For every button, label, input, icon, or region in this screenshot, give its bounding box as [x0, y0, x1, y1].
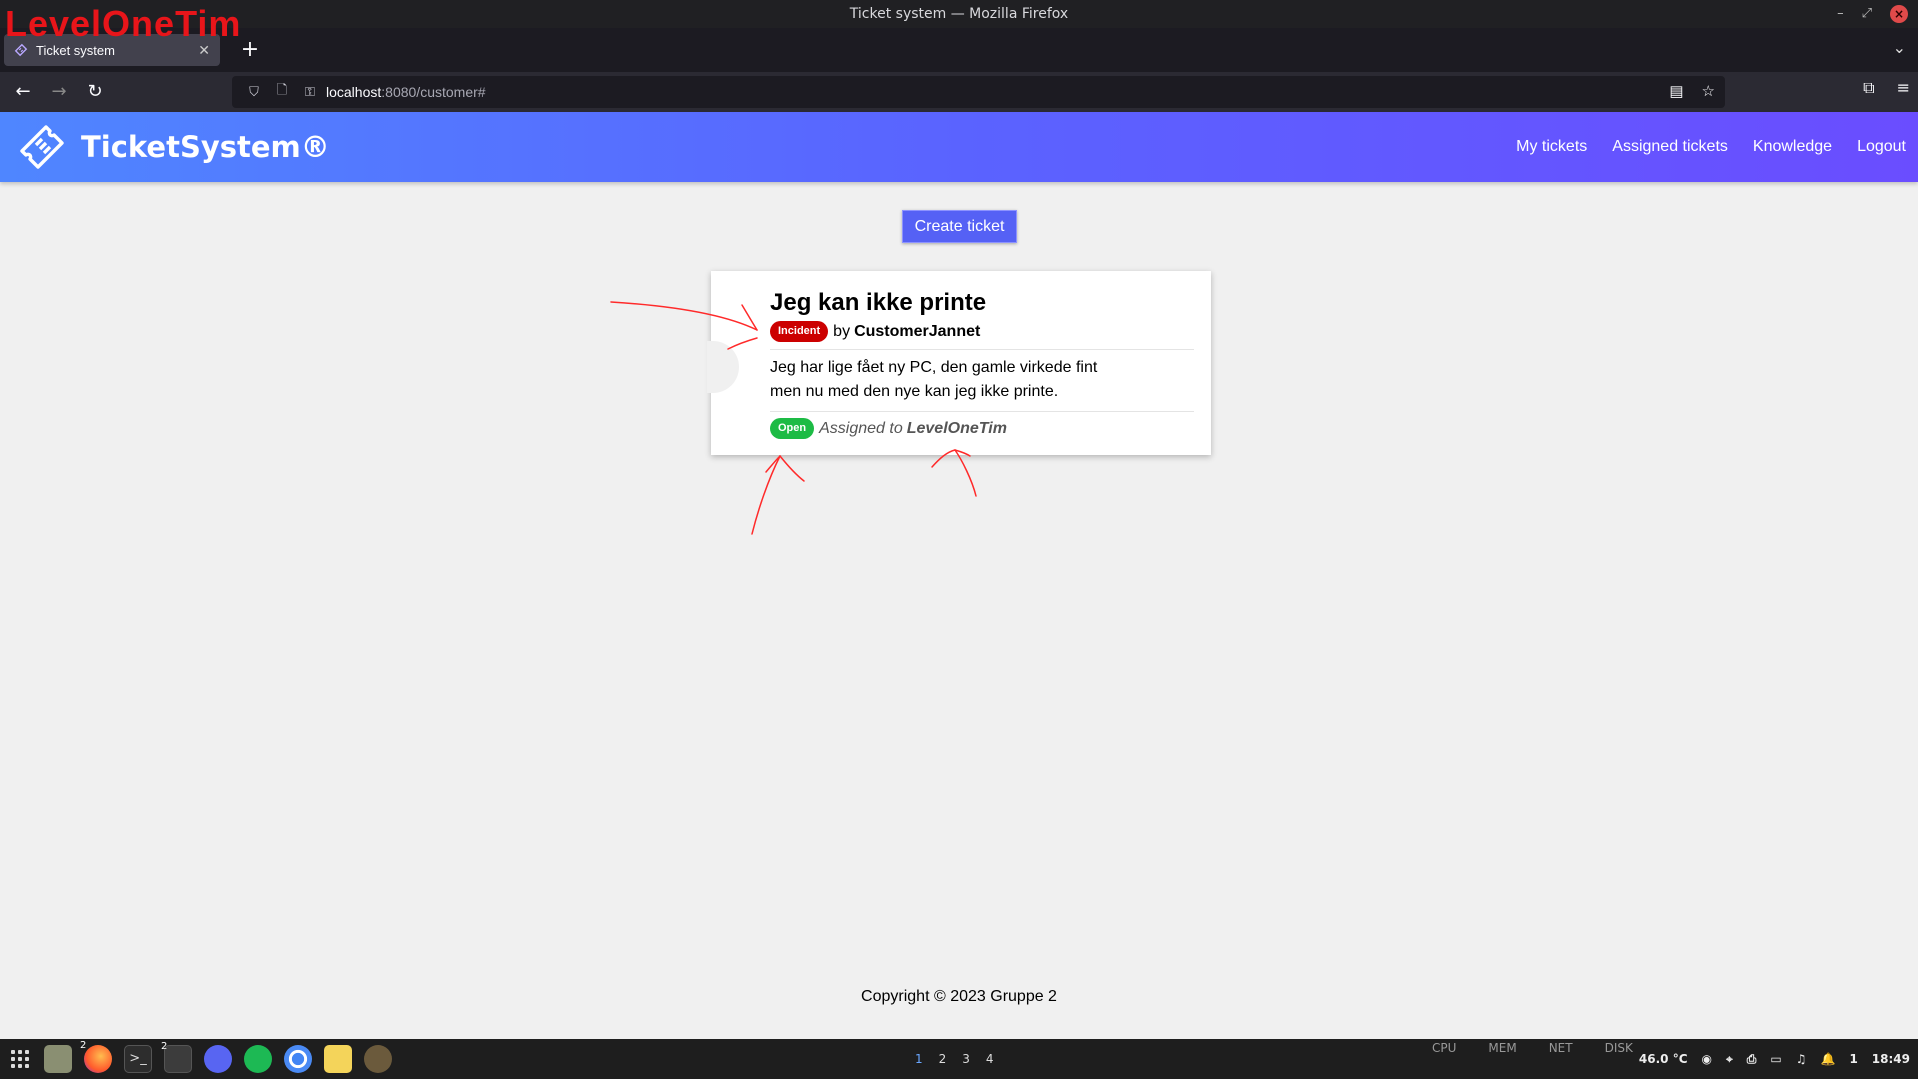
- tray-count: 1: [1849, 1052, 1858, 1066]
- tab-title: Ticket system: [36, 42, 115, 58]
- ticket-logo-icon[interactable]: [18, 124, 66, 170]
- chromium-app-icon[interactable]: [284, 1045, 312, 1073]
- ticket-status-badge: Open: [770, 418, 815, 439]
- music-icon[interactable]: ♫: [1796, 1052, 1807, 1066]
- spotify-app-icon[interactable]: [244, 1045, 272, 1073]
- arrow-to-assignee: [954, 449, 977, 497]
- maximize-icon[interactable]: ⤢: [1862, 0, 1872, 28]
- workspace-switcher: 1 2 3 4: [915, 1039, 994, 1079]
- gimp-app-icon[interactable]: [364, 1045, 392, 1073]
- workspace-4[interactable]: 4: [986, 1052, 994, 1066]
- create-ticket-button[interactable]: Create ticket: [902, 210, 1017, 243]
- minimize-icon[interactable]: –: [1837, 0, 1844, 28]
- arrow-to-open-badge: [751, 455, 781, 535]
- workspace-3[interactable]: 3: [962, 1052, 970, 1066]
- window-titlebar: Ticket system — Mozilla Firefox – ⤢ ×: [0, 0, 1918, 28]
- ticket-assignee: LevelOneTim: [906, 419, 1007, 437]
- notes-app-icon[interactable]: [324, 1045, 352, 1073]
- ticket-status-row: Open Assigned to LevelOneTim: [770, 418, 1194, 439]
- location-icon[interactable]: ⌖: [1726, 1052, 1733, 1067]
- taskbar-apps: 2 >_ 2: [8, 1040, 392, 1073]
- ticket-card[interactable]: Jeg kan ikke printe Incident by Customer…: [707, 271, 1211, 455]
- app-launcher-icon[interactable]: [8, 1047, 32, 1071]
- firefox-count: 2: [80, 1040, 87, 1051]
- workspace-2[interactable]: 2: [939, 1052, 947, 1066]
- url-actions: ▤ ☆: [1669, 82, 1715, 100]
- window-controls: – ⤢ ×: [1837, 0, 1908, 28]
- arrow-to-open-head-a: [765, 455, 781, 473]
- terminal-2-app-icon[interactable]: 2: [161, 1041, 192, 1073]
- key-icon[interactable]: ⚿: [298, 84, 322, 100]
- clock[interactable]: 18:49: [1872, 1052, 1910, 1066]
- workspace-1[interactable]: 1: [915, 1052, 923, 1066]
- assigned-label: Assigned to: [819, 419, 903, 437]
- nav-assigned-tickets[interactable]: Assigned tickets: [1612, 138, 1728, 156]
- divider: [770, 411, 1194, 412]
- extensions-icon[interactable]: ⧉: [1863, 78, 1874, 98]
- system-monitor: CPU MEM NET DISK: [1432, 1041, 1633, 1055]
- ticket-meta: Incident by CustomerJannet: [770, 321, 1194, 342]
- by-label: by: [833, 322, 851, 340]
- close-window-icon[interactable]: ×: [1890, 5, 1908, 23]
- ticket-title[interactable]: Jeg kan ikke printe: [770, 289, 1194, 317]
- hamburger-menu-icon[interactable]: ≡: [1897, 78, 1910, 98]
- bookmark-star-icon[interactable]: ☆: [1702, 82, 1715, 100]
- shield-icon[interactable]: ⛉: [242, 84, 266, 100]
- firefox-app-icon[interactable]: 2: [80, 1040, 112, 1073]
- url-host: localhost: [326, 84, 382, 100]
- tab-close-icon[interactable]: ✕: [198, 42, 210, 59]
- browser-tabbar: Ticket system ✕ + ⌄: [0, 28, 1918, 72]
- forward-icon[interactable]: →: [44, 78, 74, 106]
- watermark: LevelOneTim: [5, 3, 242, 44]
- ticket-type-badge: Incident: [770, 321, 829, 342]
- nav-knowledge[interactable]: Knowledge: [1753, 138, 1832, 156]
- reader-view-icon[interactable]: ▤: [1669, 82, 1683, 100]
- url-path: :8080/customer#: [381, 84, 486, 100]
- back-icon[interactable]: ←: [8, 78, 38, 106]
- reload-icon[interactable]: ↻: [80, 78, 110, 106]
- files-app-icon[interactable]: [44, 1045, 72, 1073]
- terminal-app-icon[interactable]: >_: [124, 1045, 152, 1073]
- net-label: NET: [1548, 1041, 1573, 1055]
- system-tray: 46.0 °C ◉ ⌖ ⎙ ▭ ♫ 🔔 1 18:49: [1639, 1039, 1910, 1079]
- ticket-favicon-icon: [14, 43, 28, 57]
- discord-tray-icon[interactable]: ◉: [1702, 1052, 1712, 1066]
- brand-title[interactable]: TicketSystem®: [81, 128, 330, 166]
- page-icon[interactable]: 🗋: [270, 81, 294, 103]
- toolbar-right: ⧉ ≡: [1863, 78, 1910, 98]
- ticket-author: CustomerJannet: [854, 322, 981, 340]
- url-bar[interactable]: ⛉ 🗋 ⚿ localhost:8080/customer# ▤ ☆: [232, 76, 1725, 108]
- arrow-to-open-head-b: [779, 455, 805, 482]
- window-title: Ticket system — Mozilla Firefox: [849, 6, 1069, 22]
- cpu-label: CPU: [1432, 1041, 1457, 1055]
- app-header: TicketSystem® My tickets Assigned ticket…: [0, 112, 1918, 182]
- discord-app-icon[interactable]: [204, 1045, 232, 1073]
- mem-label: MEM: [1488, 1041, 1517, 1055]
- page-footer: Copyright © 2023 Gruppe 2: [861, 988, 1057, 1005]
- ticket-card-body: Jeg kan ikke printe Incident by Customer…: [770, 289, 1194, 439]
- disk-label: DISK: [1604, 1041, 1633, 1055]
- printer-icon[interactable]: ⎙: [1747, 1052, 1757, 1067]
- nav-logout[interactable]: Logout: [1857, 138, 1906, 156]
- tab-list-chevron-icon[interactable]: ⌄: [1893, 38, 1906, 57]
- main-nav: My tickets Assigned tickets Knowledge Lo…: [1516, 112, 1906, 182]
- notifications-icon[interactable]: 🔔: [1820, 1052, 1835, 1066]
- display-icon[interactable]: ▭: [1770, 1052, 1781, 1066]
- ticket-description: Jeg har lige fået ny PC, den gamle virke…: [770, 359, 1098, 400]
- browser-navbar: ← → ↻ ⛉ 🗋 ⚿ localhost:8080/customer# ▤ ☆…: [0, 72, 1918, 112]
- nav-my-tickets[interactable]: My tickets: [1516, 138, 1587, 156]
- os-taskbar: 2 >_ 2 1 2 3 4 CPU MEM NET DISK 46.0 °C …: [0, 1039, 1918, 1079]
- terminal-count: 2: [161, 1041, 168, 1052]
- temperature: 46.0 °C: [1638, 1052, 1688, 1066]
- card-overlay-artifact: [707, 341, 739, 393]
- divider: [770, 349, 1194, 350]
